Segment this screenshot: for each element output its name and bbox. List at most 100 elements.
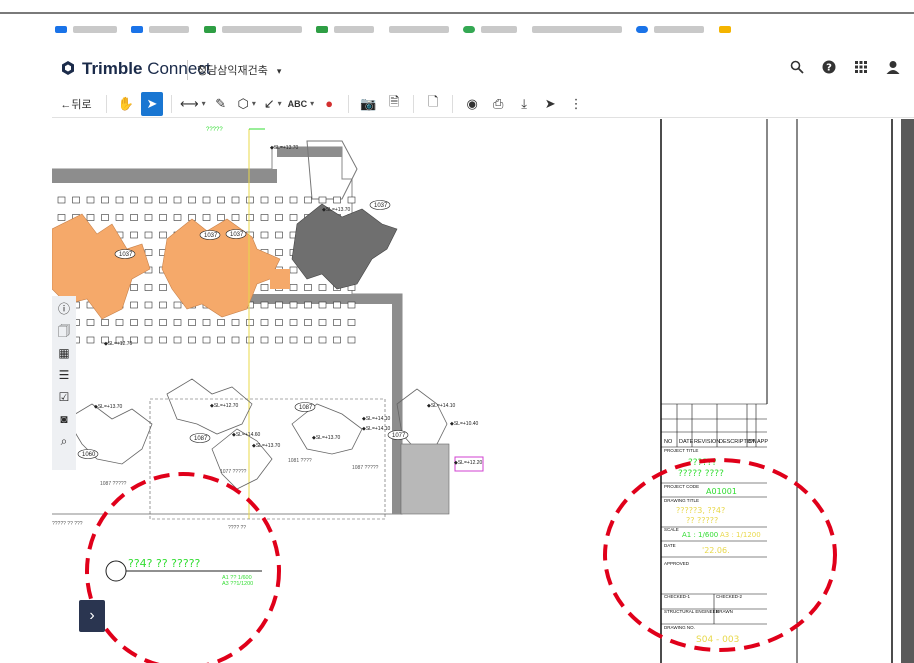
header-divider	[187, 60, 188, 80]
column-mark	[86, 196, 95, 204]
expand-panel-button[interactable]: ›	[79, 600, 105, 632]
help-icon[interactable]: ?	[822, 60, 836, 74]
column-mark	[246, 319, 254, 326]
column-mark	[173, 196, 182, 204]
tb-label: PROJECT CODE	[664, 484, 699, 489]
bookmark-item[interactable]	[531, 26, 622, 33]
layout-grid-icon[interactable]: ▦	[57, 346, 71, 360]
snapshot-camera-icon[interactable]: 📷	[357, 92, 379, 116]
app-brand[interactable]: Trimble Connect	[82, 59, 211, 79]
column-mark	[130, 231, 138, 239]
column-mark	[318, 336, 327, 344]
column-mark	[260, 196, 269, 204]
bookmark-item[interactable]	[149, 26, 190, 33]
level-mark: ◆SL=+14.10	[362, 426, 391, 432]
chevron-down-icon: ▾	[277, 99, 282, 108]
search-icon[interactable]	[790, 60, 804, 74]
visibility-eye-icon[interactable]: ◉	[461, 92, 483, 116]
user-avatar-icon[interactable]	[886, 60, 900, 74]
column-mark	[318, 284, 327, 291]
drawing-title: ??4? ?? ?????	[128, 557, 201, 570]
tb-label: DRAWING TITLE	[664, 498, 699, 503]
column-mark	[304, 336, 312, 344]
building-footprint-orange	[270, 269, 290, 289]
info-icon[interactable]: ⓘ	[57, 302, 71, 316]
back-button[interactable]: ←뒤로	[54, 92, 98, 116]
drawing-note: 1081 ????	[288, 458, 312, 464]
column-mark	[275, 231, 283, 239]
column-mark	[231, 196, 240, 204]
bookmark-item[interactable]	[221, 26, 302, 33]
drawing-note: ???? ??	[228, 525, 246, 531]
column-mark	[57, 196, 66, 204]
column-mark	[231, 336, 240, 344]
list-icon[interactable]: ☰	[57, 368, 71, 382]
print-icon[interactable]: ⎙	[487, 92, 509, 116]
column-mark	[144, 231, 153, 239]
column-mark	[347, 319, 356, 326]
bookmark-icon[interactable]	[203, 26, 216, 33]
measure-tool-button[interactable]: ⟷ ▾	[180, 92, 206, 116]
bookmark-icon[interactable]	[718, 26, 731, 33]
bookmark-item[interactable]	[73, 26, 117, 33]
camera-icon[interactable]: ◙	[57, 412, 71, 426]
column-mark	[173, 214, 182, 221]
toolbar-divider	[452, 94, 454, 113]
freehand-tool-icon[interactable]: ✎	[210, 92, 232, 116]
revision-header: REVISION	[694, 439, 720, 445]
arrow-tool-button[interactable]: ↙ ▾	[262, 92, 284, 116]
bookmark-item[interactable]	[654, 26, 705, 33]
bookmark-item[interactable]	[334, 26, 375, 33]
revision-headers: NO DATE REVISIONDESCRIPTIONBY APP	[664, 439, 768, 445]
level-mark: ◆SL=+13.70	[322, 207, 351, 213]
checklist-icon[interactable]: ☑	[57, 390, 71, 404]
project-title-value: ????? ????	[678, 469, 724, 479]
column-mark	[289, 196, 298, 204]
shape-tool-button[interactable]: ⬡ ▾	[236, 92, 258, 116]
drawing-canvas[interactable]: ????? ◆SL=+13.70 ◆SL=+13.70 ◆SL=+12.70 ◆SL=…	[52, 119, 901, 663]
apps-grid-icon[interactable]	[854, 60, 868, 74]
column-mark	[144, 319, 153, 326]
drawing-note: ????? ?? ???	[52, 521, 83, 527]
markup-save-icon[interactable]: 🗎	[383, 92, 405, 116]
column-mark	[86, 336, 95, 344]
download-icon[interactable]: ⤓	[513, 92, 535, 116]
column-mark	[275, 319, 283, 326]
search-icon[interactable]: ⌕	[57, 434, 71, 448]
bookmark-item[interactable]	[388, 26, 449, 33]
tb-label: STRUCTURAL ENGINEER	[664, 609, 720, 614]
column-mark	[144, 196, 153, 204]
column-mark	[130, 284, 138, 291]
bookmark-icon[interactable]	[131, 26, 144, 33]
column-mark	[159, 214, 167, 221]
share-send-icon[interactable]: ➤	[539, 92, 561, 116]
column-mark	[260, 319, 269, 326]
pan-hand-icon[interactable]: ✋	[115, 92, 137, 116]
bookmark-icon[interactable]	[636, 26, 649, 33]
room-tag-label: 1037	[374, 203, 388, 209]
color-palette-icon[interactable]: ●	[318, 92, 340, 116]
title-marker-circle	[105, 560, 127, 582]
date-value: '22.06.	[702, 546, 730, 555]
text-tool-button[interactable]: ABC ▾	[288, 92, 315, 116]
select-pointer-icon[interactable]: ➤	[141, 91, 163, 116]
bookmark-item[interactable]	[481, 26, 518, 33]
column-mark	[101, 196, 109, 204]
column-mark	[333, 319, 341, 326]
document-settings-icon[interactable]: 🗋	[422, 92, 444, 116]
more-options-icon[interactable]: ⋮	[565, 92, 587, 116]
column-mark	[318, 301, 327, 309]
bookmark-icon[interactable]	[55, 26, 67, 33]
bookmark-icon[interactable]	[316, 26, 329, 33]
hatched-block	[400, 443, 450, 515]
document-history-icon[interactable]: 🗍	[57, 324, 71, 338]
column-mark	[144, 284, 153, 291]
drawing-note: 1087 ?????	[352, 465, 379, 471]
project-selector[interactable]: 청담삼익재건축 ▾	[197, 62, 281, 78]
toolbar-divider	[413, 94, 415, 113]
column-mark	[289, 284, 298, 291]
level-mark: ◆SL=+12.70	[104, 341, 133, 347]
bookmark-icon[interactable]	[463, 26, 476, 33]
project-code-value: A01001	[706, 487, 737, 496]
column-mark	[173, 336, 182, 344]
